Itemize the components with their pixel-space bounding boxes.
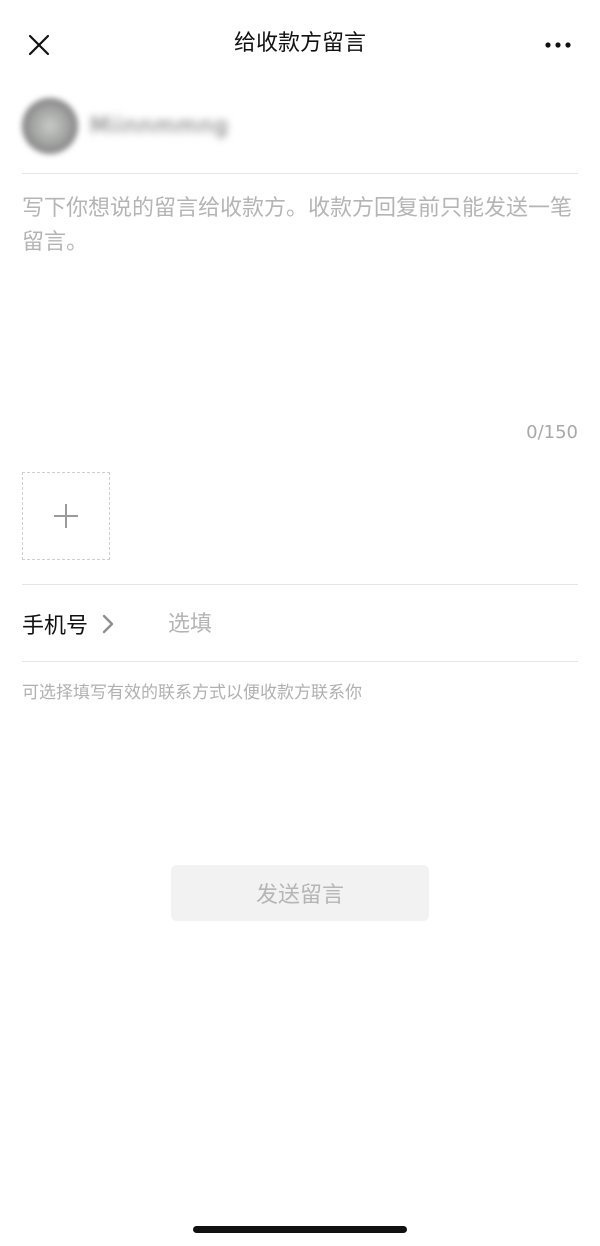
divider xyxy=(22,661,578,662)
message-input[interactable] xyxy=(22,192,578,412)
add-image-button[interactable] xyxy=(22,472,110,560)
navigation-bar: 给收款方留言 xyxy=(0,0,600,90)
chevron-right-icon xyxy=(102,614,114,634)
phone-country-selector[interactable] xyxy=(98,612,118,636)
send-message-button[interactable]: 发送留言 xyxy=(171,865,429,921)
more-icon xyxy=(545,42,571,48)
character-counter: 0/150 xyxy=(526,422,578,443)
page-title: 给收款方留言 xyxy=(233,31,366,56)
phone-input[interactable] xyxy=(168,606,568,642)
phone-row: 手机号 xyxy=(22,586,578,662)
leave-message-page: 给收款方留言 Miinnmmng 0/150 手机号 xyxy=(0,0,600,1246)
contact-hint: 可选择填写有效的联系方式以便收款方联系你 xyxy=(22,683,362,703)
home-indicator xyxy=(193,1226,407,1233)
payee-info: Miinnmmng xyxy=(22,94,578,158)
phone-label: 手机号 xyxy=(22,614,89,639)
plus-icon xyxy=(54,504,78,528)
payee-name: Miinnmmng xyxy=(90,113,229,139)
more-button[interactable] xyxy=(538,28,578,62)
divider xyxy=(22,173,578,174)
divider xyxy=(22,584,578,585)
payee-avatar xyxy=(22,98,78,154)
